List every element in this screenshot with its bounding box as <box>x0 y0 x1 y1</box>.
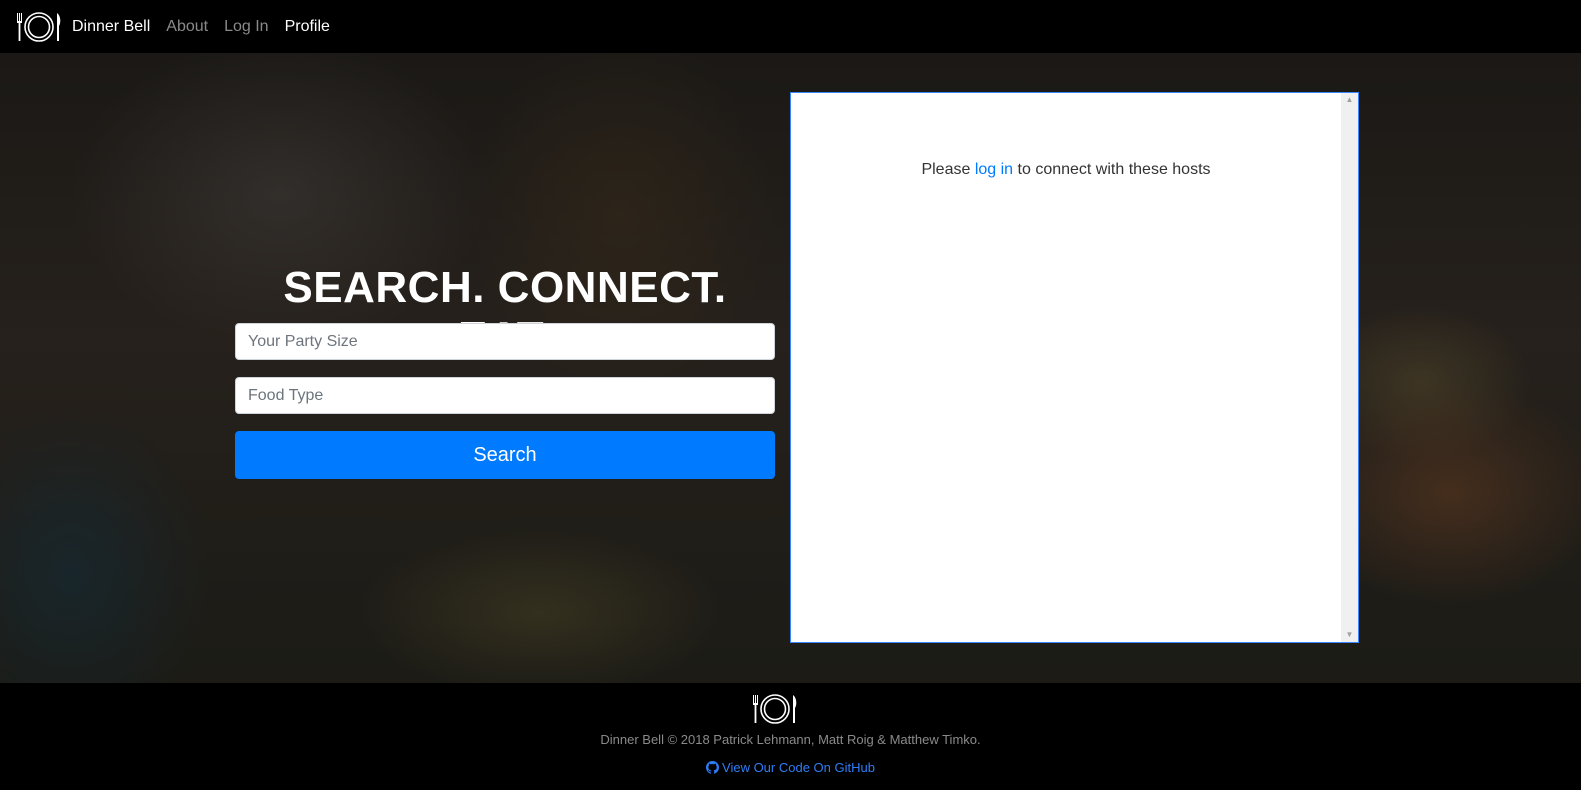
brand-name[interactable]: Dinner Bell <box>72 18 150 36</box>
hosts-results-panel: Please log in to connect with these host… <box>790 92 1359 643</box>
login-prompt-prefix: Please <box>921 161 975 178</box>
login-prompt: Please log in to connect with these host… <box>791 161 1341 179</box>
nav-link-profile[interactable]: Profile <box>285 18 330 36</box>
github-icon <box>706 761 720 774</box>
food-type-input[interactable] <box>235 377 775 414</box>
footer-copyright: Dinner Bell © 2018 Patrick Lehmann, Matt… <box>600 732 981 747</box>
plate-fork-knife-icon[interactable] <box>14 10 64 44</box>
github-link-label: View Our Code On GitHub <box>722 760 875 775</box>
panel-scrollbar[interactable]: ▲ ▼ <box>1341 93 1358 642</box>
github-link[interactable]: View Our Code On GitHub <box>706 760 875 775</box>
nav-link-login[interactable]: Log In <box>224 18 268 36</box>
footer-github: View Our Code On GitHub <box>0 760 1581 775</box>
plate-fork-knife-icon <box>753 694 797 724</box>
login-link[interactable]: log in <box>975 161 1013 178</box>
footer: Dinner Bell © 2018 Patrick Lehmann, Matt… <box>0 683 1581 790</box>
search-button[interactable]: Search <box>235 431 775 479</box>
scroll-down-icon[interactable]: ▼ <box>1341 628 1358 642</box>
party-size-input[interactable] <box>235 323 775 360</box>
login-prompt-suffix: to connect with these hosts <box>1013 161 1211 178</box>
nav-link-about[interactable]: About <box>166 18 208 36</box>
scroll-up-icon[interactable]: ▲ <box>1341 93 1358 107</box>
hero-section: SEARCH. CONNECT. EAT. Search Please log … <box>0 53 1581 683</box>
top-navbar: Dinner Bell About Log In Profile <box>0 0 1581 53</box>
